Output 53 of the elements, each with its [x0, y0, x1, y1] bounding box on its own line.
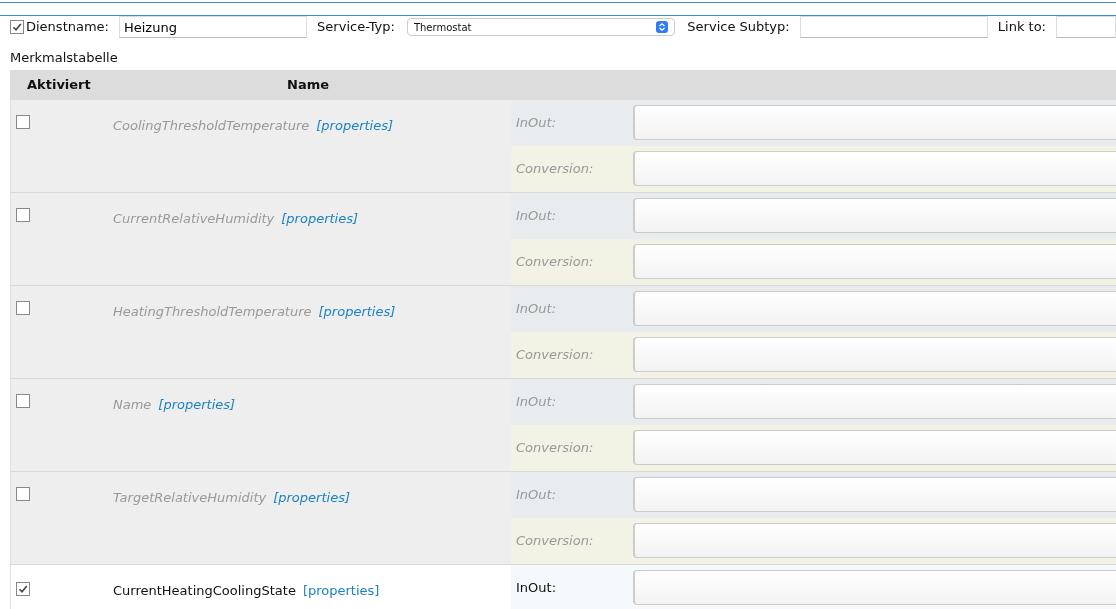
characteristic-name: Name	[113, 397, 152, 412]
value-field[interactable]	[633, 384, 1116, 419]
field-label: Conversion:	[515, 532, 595, 551]
value-field[interactable]	[633, 523, 1116, 558]
stepper-icon	[656, 21, 669, 33]
column-header: Name	[286, 76, 329, 95]
field-label: Service Subtyp:	[687, 18, 790, 37]
section-title: Merkmalstabelle	[10, 49, 119, 67]
activate-checkbox[interactable]	[16, 487, 30, 501]
characteristic-name: CurrentHeatingCoolingState	[113, 583, 296, 598]
field-label: Conversion:	[515, 346, 595, 365]
activate-checkbox[interactable]	[16, 115, 30, 129]
field-label: Conversion:	[515, 160, 595, 179]
value-field[interactable]	[633, 105, 1116, 140]
service-name-field[interactable]: Heizung	[119, 16, 308, 38]
field-label: InOut:	[515, 393, 558, 412]
field-label: InOut:	[515, 207, 558, 226]
field-label: InOut:	[515, 114, 558, 133]
characteristic-name: TargetRelativeHumidity	[113, 490, 267, 505]
activate-checkbox[interactable]	[16, 394, 30, 408]
field-label: InOut:	[515, 579, 558, 598]
characteristic-name: CoolingThresholdTemperature	[113, 118, 310, 133]
field-label: Conversion:	[515, 439, 595, 458]
properties-link[interactable]: [properties]	[273, 490, 350, 505]
value-field[interactable]	[633, 244, 1116, 279]
value-field[interactable]	[633, 430, 1116, 465]
value-field[interactable]	[633, 570, 1116, 605]
value-field[interactable]	[633, 477, 1116, 512]
activate-checkbox[interactable]	[16, 301, 30, 315]
link-to-field[interactable]	[1056, 16, 1116, 38]
field-label: InOut:	[515, 486, 558, 505]
activate-checkbox[interactable]	[16, 208, 30, 222]
value-field[interactable]	[633, 151, 1116, 186]
service-subtype-field[interactable]	[799, 16, 988, 38]
value-field[interactable]	[633, 198, 1116, 233]
properties-link[interactable]: [properties]	[316, 118, 394, 133]
field-label: Service-Typ:	[317, 18, 395, 37]
properties-link[interactable]: [properties]	[318, 304, 396, 319]
properties-link[interactable]: [properties]	[158, 397, 236, 412]
properties-link[interactable]: [properties]	[281, 211, 359, 226]
field-label: InOut:	[515, 300, 558, 319]
field-label: Dienstname:	[26, 18, 109, 37]
properties-link[interactable]: [properties]	[302, 583, 380, 598]
activate-checkbox[interactable]	[16, 582, 30, 596]
value-field[interactable]	[633, 337, 1116, 372]
characteristic-name: HeatingThresholdTemperature	[113, 304, 312, 319]
characteristic-name: CurrentRelativeHumidity	[113, 211, 275, 226]
column-header: Aktiviert	[26, 76, 92, 95]
service-type-select[interactable]: Thermostat	[406, 18, 676, 36]
field-label: Link to:	[997, 18, 1046, 37]
value-field[interactable]	[633, 291, 1116, 326]
field-label: Conversion:	[515, 253, 595, 272]
enable-checkbox[interactable]	[10, 20, 24, 34]
